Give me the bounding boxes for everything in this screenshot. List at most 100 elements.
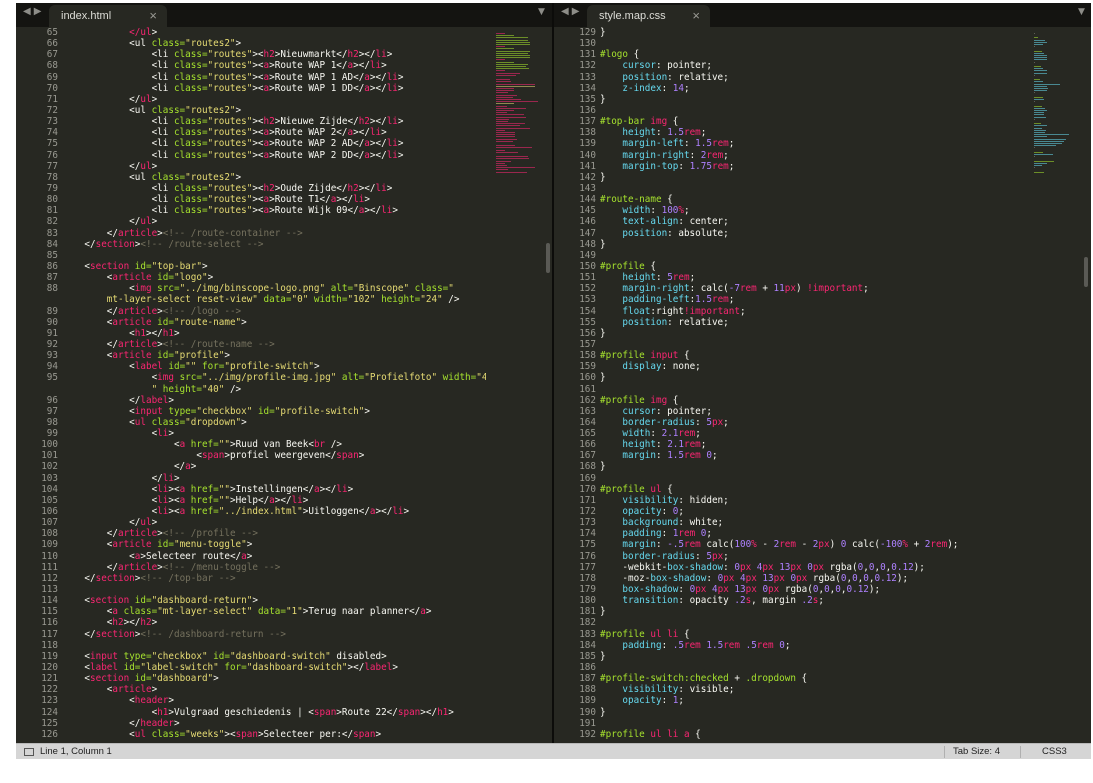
code-line[interactable]: <li class="routes"><a>Route WAP 1 AD</a>… — [62, 72, 486, 83]
code-line[interactable]: cursor: pointer; — [600, 406, 1024, 417]
code-line[interactable]: text-align: center; — [600, 216, 1024, 227]
code-line[interactable]: <ul class="dropdown"> — [62, 417, 486, 428]
code-line[interactable]: opacity: 0; — [600, 506, 1024, 517]
code-area[interactable]: } #logo { cursor: pointer; position: rela… — [600, 27, 1024, 740]
code-editor-right[interactable]: 129 130 131 132 133 134 135 136 137 138 139 140 141 1… — [554, 27, 1091, 743]
code-line[interactable]: } — [600, 606, 1024, 617]
code-line[interactable]: </a> — [62, 461, 486, 472]
code-line[interactable]: z-index: 14; — [600, 83, 1024, 94]
code-line[interactable]: } — [600, 372, 1024, 383]
code-line[interactable]: } — [600, 172, 1024, 183]
code-line[interactable]: <h1>Vulgraad geschiedenis | <span>Route … — [62, 707, 486, 718]
code-line[interactable]: -moz-box-shadow: 0px 4px 13px 0px rgba(0… — [600, 573, 1024, 584]
code-line[interactable]: " height="40" /> — [62, 384, 486, 395]
code-line[interactable]: #route-name { — [600, 194, 1024, 205]
code-line[interactable] — [600, 105, 1024, 116]
code-line[interactable]: width: 2.1rem; — [600, 428, 1024, 439]
code-line[interactable]: #profile-switch:checked + .dropdown { — [600, 673, 1024, 684]
code-line[interactable]: <header> — [62, 695, 486, 706]
code-line[interactable]: <li class="routes"><h2>Nieuwe Zijde</h2>… — [62, 116, 486, 127]
code-line[interactable] — [600, 183, 1024, 194]
chevron-left-icon[interactable]: ◀ — [23, 6, 34, 17]
code-line[interactable] — [600, 339, 1024, 350]
code-line[interactable]: #profile ul { — [600, 484, 1024, 495]
code-line[interactable]: } — [600, 328, 1024, 339]
code-area[interactable]: </ul> <ul class="routes2"> <li class="ro… — [62, 27, 486, 740]
code-line[interactable] — [62, 640, 486, 651]
code-line[interactable]: <img src="../img/profile-img.jpg" alt="P… — [62, 372, 486, 383]
code-line[interactable]: #logo { — [600, 49, 1024, 60]
code-line[interactable]: box-shadow: 0px 4px 13px 0px rgba(0,0,0,… — [600, 584, 1024, 595]
code-line[interactable]: margin-top: 1.75rem; — [600, 161, 1024, 172]
code-line[interactable]: <li class="routes"><a>Route Wijk 09</a><… — [62, 205, 486, 216]
syntax-selector[interactable]: CSS3 — [1042, 746, 1067, 757]
code-line[interactable]: </section><!-- /route-select --> — [62, 239, 486, 250]
minimap[interactable] — [488, 27, 546, 743]
code-line[interactable]: <li class="routes"><a>Route WAP 2 DD</a>… — [62, 150, 486, 161]
code-line[interactable]: mt-layer-select reset-view" data="0" wid… — [62, 294, 486, 305]
code-line[interactable]: margin-left: 1.5rem; — [600, 138, 1024, 149]
code-line[interactable]: <section id="dashboard-return"> — [62, 595, 486, 606]
code-line[interactable]: height: 1.5rem; — [600, 127, 1024, 138]
code-line[interactable]: <li> — [62, 428, 486, 439]
code-line[interactable]: margin-right: 2rem; — [600, 150, 1024, 161]
code-line[interactable]: <article> — [62, 684, 486, 695]
code-line[interactable]: opacity: 1; — [600, 695, 1024, 706]
code-line[interactable] — [600, 662, 1024, 673]
code-line[interactable]: </header> — [62, 718, 486, 729]
code-line[interactable]: <li><a href="">Help</a></li> — [62, 495, 486, 506]
scrollbar-thumb[interactable] — [1084, 257, 1088, 287]
code-line[interactable]: position: relative; — [600, 72, 1024, 83]
code-line[interactable]: padding: .5rem 1.5rem .5rem 0; — [600, 640, 1024, 651]
code-line[interactable]: </ul> — [62, 161, 486, 172]
code-line[interactable]: <a href="">Ruud van Beek<br /> — [62, 439, 486, 450]
code-line[interactable]: } — [600, 461, 1024, 472]
code-line[interactable]: margin-right: calc(-7rem + 11px) !import… — [600, 283, 1024, 294]
code-line[interactable]: <input type="checkbox" id="dashboard-swi… — [62, 651, 486, 662]
code-line[interactable]: transition: opacity .2s, margin .2s; — [600, 595, 1024, 606]
code-line[interactable]: <section id="top-bar"> — [62, 261, 486, 272]
code-line[interactable]: height: 5rem; — [600, 272, 1024, 283]
code-line[interactable]: </article><!-- /menu-toggle --> — [62, 562, 486, 573]
tab-nav-arrows[interactable]: ◀▶ — [561, 6, 582, 17]
code-line[interactable]: <h2></h2> — [62, 617, 486, 628]
code-line[interactable]: } — [600, 27, 1024, 38]
code-line[interactable]: visibility: visible; — [600, 684, 1024, 695]
code-line[interactable]: border-radius: 5px; — [600, 417, 1024, 428]
code-line[interactable]: </article><!-- /profile --> — [62, 528, 486, 539]
code-line[interactable]: <article id="logo"> — [62, 272, 486, 283]
code-line[interactable]: height: 2.1rem; — [600, 439, 1024, 450]
code-line[interactable]: <li><a href="../index.html">Uitloggen</a… — [62, 506, 486, 517]
code-line[interactable] — [600, 617, 1024, 628]
tab-size-selector[interactable]: Tab Size: 4 — [953, 746, 1000, 757]
code-line[interactable]: width: 100%; — [600, 205, 1024, 216]
tab-nav-arrows[interactable]: ◀▶ — [23, 6, 44, 17]
code-line[interactable]: border-radius: 5px; — [600, 551, 1024, 562]
code-line[interactable]: display: none; — [600, 361, 1024, 372]
code-line[interactable]: margin: 1.5rem 0; — [600, 450, 1024, 461]
code-line[interactable]: <li class="routes"><a>Route WAP 2</a></l… — [62, 127, 486, 138]
chevron-down-icon[interactable]: ▼ — [1078, 7, 1085, 17]
code-line[interactable]: </section><!-- /top-bar --> — [62, 573, 486, 584]
code-line[interactable]: <li class="routes"><h2>Nieuwmarkt</h2></… — [62, 49, 486, 60]
chevron-down-icon[interactable]: ▼ — [538, 7, 545, 17]
code-line[interactable]: <li><a href="">Instellingen</a></li> — [62, 484, 486, 495]
tab-index-html[interactable]: index.html × — [49, 5, 167, 27]
code-line[interactable]: visibility: hidden; — [600, 495, 1024, 506]
code-line[interactable]: position: relative; — [600, 317, 1024, 328]
code-line[interactable]: -webkit-box-shadow: 0px 4px 13px 0px rgb… — [600, 562, 1024, 573]
code-line[interactable]: <a>Selecteer route</a> — [62, 551, 486, 562]
code-line[interactable] — [600, 718, 1024, 729]
code-line[interactable]: <article id="profile"> — [62, 350, 486, 361]
code-line[interactable]: </article><!-- /logo --> — [62, 306, 486, 317]
code-line[interactable]: <ul class="routes2"> — [62, 38, 486, 49]
code-line[interactable] — [600, 473, 1024, 484]
minimap[interactable] — [1026, 27, 1084, 743]
code-line[interactable]: padding-left:1.5rem; — [600, 294, 1024, 305]
code-line[interactable]: <a class="mt-layer-select" data="1">Teru… — [62, 606, 486, 617]
code-line[interactable]: float:right!important; — [600, 306, 1024, 317]
code-line[interactable]: } — [600, 707, 1024, 718]
code-line[interactable]: #profile { — [600, 261, 1024, 272]
code-line[interactable]: } — [600, 94, 1024, 105]
code-line[interactable]: </ul> — [62, 517, 486, 528]
